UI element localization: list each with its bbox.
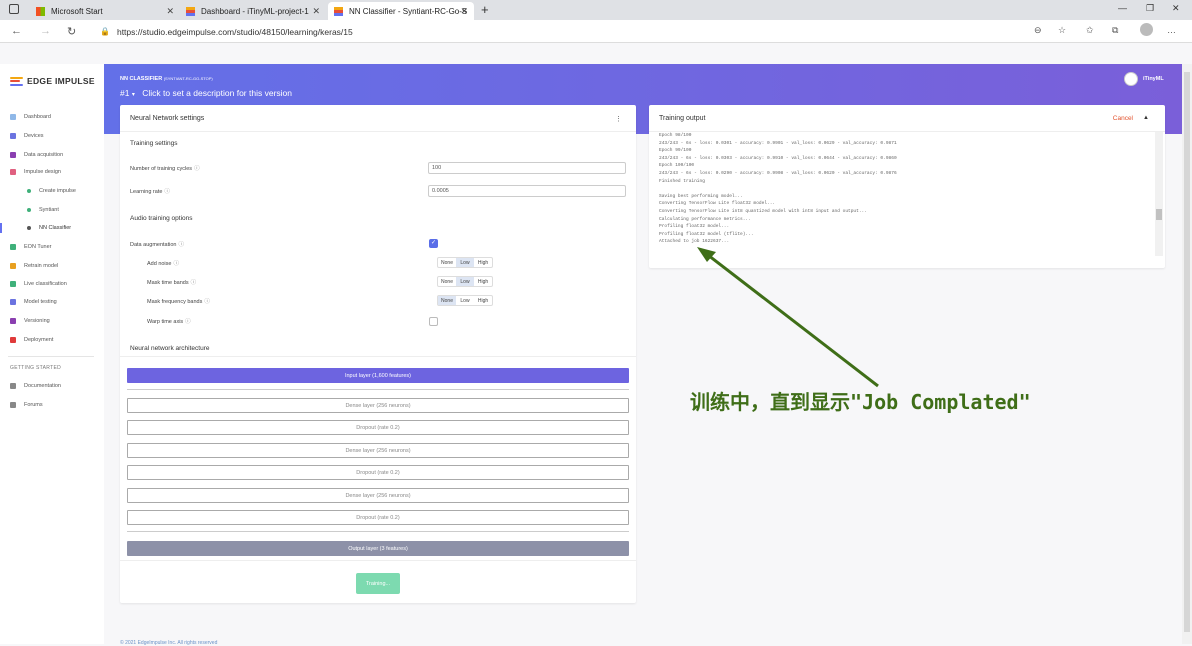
annotation-text: 训练中，直到显示"Job Complated"	[690, 390, 1031, 414]
annotation-arrow	[697, 247, 879, 388]
page-scrollbar-thumb[interactable]	[1184, 72, 1190, 632]
arrow-line	[703, 250, 879, 388]
footer-text: © 2021 EdgeImpulse Inc. All rights reser…	[120, 640, 218, 646]
page-scrollbar[interactable]	[1182, 64, 1192, 644]
